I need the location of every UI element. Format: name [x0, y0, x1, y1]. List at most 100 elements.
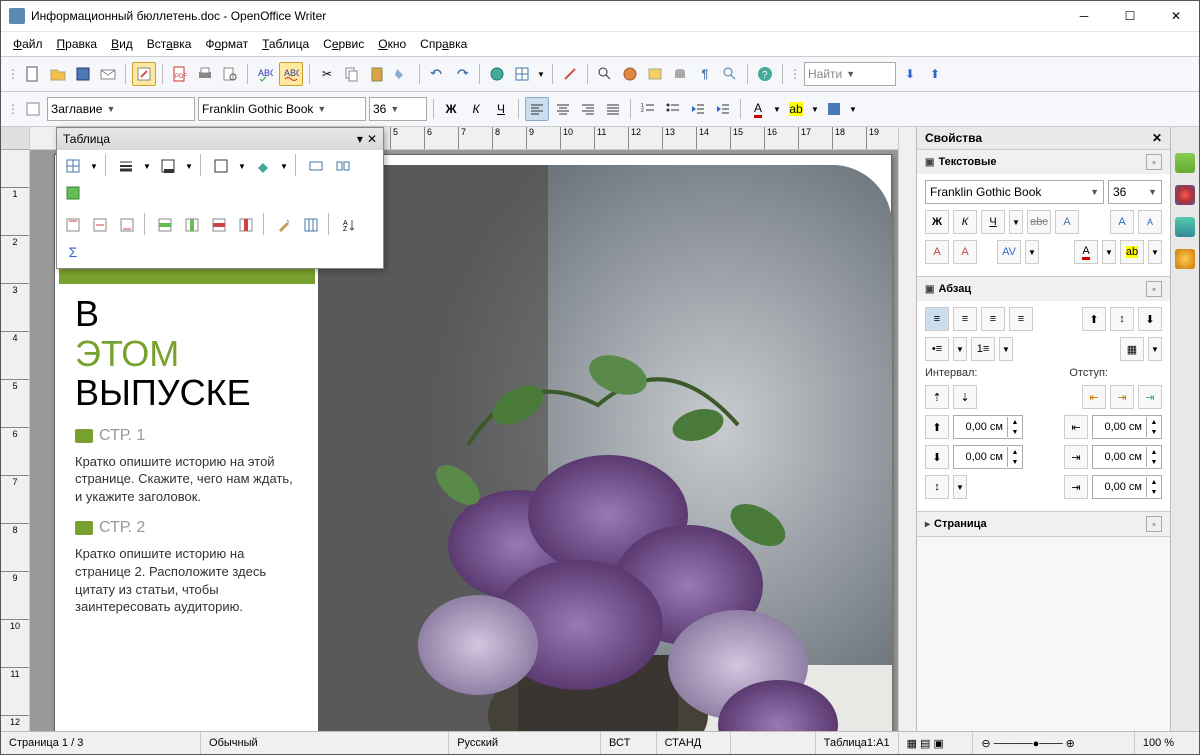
dec-indent-button[interactable]: ⇥ — [1110, 385, 1134, 409]
datasource-button[interactable] — [669, 63, 691, 85]
dropdown-arrow[interactable]: ▼ — [1148, 240, 1162, 264]
font-color-button[interactable]: A — [747, 98, 769, 120]
valign-top-button[interactable]: ⬆ — [1082, 307, 1106, 331]
format-paintbrush-button[interactable] — [391, 63, 413, 85]
cut-button[interactable]: ✂ — [316, 63, 338, 85]
dropdown-arrow[interactable]: ▼ — [1148, 337, 1162, 361]
draw-button[interactable] — [559, 63, 581, 85]
help-button[interactable]: ? — [754, 63, 776, 85]
zoom-button[interactable] — [719, 63, 741, 85]
align-middle-button[interactable] — [88, 213, 112, 237]
tab-gallery[interactable] — [1175, 217, 1195, 237]
indent-before-input[interactable]: 0,00 см▲▼ — [1092, 415, 1162, 439]
align-center-button[interactable] — [552, 98, 574, 120]
toolbar-grip[interactable]: ⋮ — [789, 67, 801, 81]
size-combo[interactable]: 36▼ — [1108, 180, 1162, 204]
tab-styles[interactable] — [1175, 185, 1195, 205]
undo-button[interactable] — [426, 63, 448, 85]
bg-color-button[interactable] — [823, 98, 845, 120]
align-justify-button[interactable] — [602, 98, 624, 120]
zoom-value[interactable]: 100 % — [1135, 732, 1199, 754]
valign-bot-button[interactable]: ⬇ — [1138, 307, 1162, 331]
redo-button[interactable] — [451, 63, 473, 85]
table-button[interactable] — [511, 63, 533, 85]
sum-button[interactable]: Σ — [61, 240, 85, 264]
menu-edit[interactable]: Правка — [51, 34, 104, 54]
decrease-indent-button[interactable] — [687, 98, 709, 120]
bold-button[interactable]: Ж — [440, 98, 462, 120]
dropdown-arrow[interactable]: ▼ — [1009, 210, 1023, 234]
sort-button[interactable]: AZ — [337, 213, 361, 237]
bold-button[interactable]: Ж — [925, 210, 949, 234]
menu-format[interactable]: Формат — [199, 34, 254, 54]
dropdown-arrow[interactable]: ▼ — [278, 154, 290, 178]
underline-button[interactable]: Ч — [981, 210, 1005, 234]
style-combo[interactable]: Заглавие▼ — [47, 97, 195, 121]
align-left-button[interactable]: ≡ — [925, 307, 949, 331]
indent-after-input[interactable]: 0,00 см▲▼ — [1092, 445, 1162, 469]
menu-table[interactable]: Таблица — [256, 34, 315, 54]
spellcheck-button[interactable]: ABC — [254, 63, 276, 85]
spacing-above-input[interactable]: 0,00 см▲▼ — [953, 415, 1023, 439]
bg-color-button[interactable] — [251, 154, 275, 178]
align-justify-button[interactable]: ≡ — [1009, 307, 1033, 331]
firstline-input[interactable]: 0,00 см▲▼ — [1092, 475, 1162, 499]
superscript-button[interactable]: A — [925, 240, 949, 264]
dropdown-arrow[interactable]: ▼ — [810, 98, 820, 120]
section-page-header[interactable]: ▸Страница▫ — [917, 512, 1170, 536]
insert-row-button[interactable] — [153, 213, 177, 237]
zoom-slider[interactable]: ⊖ ─────●─── ⊕ — [973, 732, 1134, 754]
open-button[interactable] — [47, 63, 69, 85]
find-replace-button[interactable] — [594, 63, 616, 85]
borders-button[interactable] — [209, 154, 233, 178]
optimize-button[interactable] — [61, 181, 85, 205]
shadow-button[interactable]: A — [1055, 210, 1079, 234]
dropdown-arrow[interactable]: ▼ — [183, 154, 195, 178]
section-para-header[interactable]: ▣Абзац▫ — [917, 277, 1170, 301]
print-button[interactable] — [194, 63, 216, 85]
dec-spacing-button[interactable]: ⇣ — [953, 385, 977, 409]
border-color-button[interactable] — [156, 154, 180, 178]
pin-icon[interactable]: ▾ — [357, 132, 363, 146]
para-bg-button[interactable]: ▦ — [1120, 337, 1144, 361]
lang-status[interactable]: Русский — [449, 732, 601, 754]
table-props-button[interactable] — [299, 213, 323, 237]
delete-row-button[interactable] — [207, 213, 231, 237]
close-icon[interactable]: ✕ — [367, 132, 377, 146]
page-status[interactable]: Страница 1 / 3 — [1, 732, 201, 754]
dropdown-arrow[interactable]: ▼ — [1102, 240, 1116, 264]
split-button[interactable] — [331, 154, 355, 178]
menu-insert[interactable]: Вставка — [141, 34, 198, 54]
find-prev-button[interactable]: ⬆ — [924, 63, 946, 85]
export-pdf-button[interactable]: PDF — [169, 63, 191, 85]
tab-navigator[interactable] — [1175, 249, 1195, 269]
italic-button[interactable]: К — [953, 210, 977, 234]
find-combo[interactable]: Найти▼ — [804, 62, 896, 86]
style-status[interactable]: Обычный — [201, 732, 449, 754]
nonprinting-button[interactable]: ¶ — [694, 63, 716, 85]
paste-button[interactable] — [366, 63, 388, 85]
dropdown-arrow[interactable]: ▼ — [999, 337, 1013, 361]
cell-ref[interactable]: Таблица1:A1 — [816, 732, 899, 754]
edit-mode-button[interactable] — [132, 62, 156, 86]
dropdown-arrow[interactable]: ▼ — [536, 63, 546, 85]
align-right-button[interactable] — [577, 98, 599, 120]
dropdown-arrow[interactable]: ▼ — [141, 154, 153, 178]
dropdown-arrow[interactable]: ▼ — [953, 337, 967, 361]
dropdown-arrow[interactable]: ▼ — [848, 98, 858, 120]
section-text-header[interactable]: ▣Текстовые▫ — [917, 150, 1170, 174]
merge-button[interactable] — [304, 154, 328, 178]
bullet-list-button[interactable]: •≡ — [925, 337, 949, 361]
numbered-list-button[interactable]: 1≡ — [971, 337, 995, 361]
numbered-list-button[interactable]: 12 — [637, 98, 659, 120]
insert-col-button[interactable] — [180, 213, 204, 237]
spacing-below-input[interactable]: 0,00 см▲▼ — [953, 445, 1023, 469]
bullet-list-button[interactable] — [662, 98, 684, 120]
sel-mode[interactable]: СТАНД — [657, 732, 732, 754]
inc-indent-button[interactable]: ⇤ — [1082, 385, 1106, 409]
insert-mode[interactable]: ВСТ — [601, 732, 657, 754]
align-top-button[interactable] — [61, 213, 85, 237]
dropdown-arrow[interactable]: ▼ — [88, 154, 100, 178]
tab-properties[interactable] — [1175, 153, 1195, 173]
increase-indent-button[interactable] — [712, 98, 734, 120]
